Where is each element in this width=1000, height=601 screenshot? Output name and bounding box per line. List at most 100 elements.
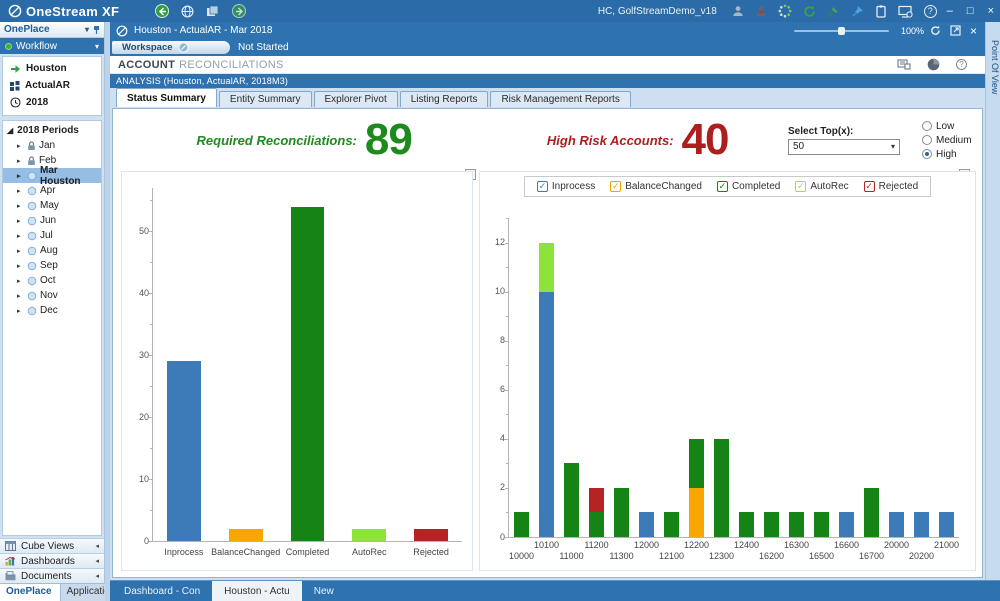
- zoom-slider[interactable]: [793, 26, 889, 35]
- section-expand-icon[interactable]: ◂: [95, 557, 99, 565]
- tree-collapsed-icon[interactable]: ▸: [17, 202, 24, 210]
- tree-collapsed-icon[interactable]: ▸: [17, 277, 24, 285]
- tree-item-jul[interactable]: ▸ Jul: [3, 228, 101, 243]
- workflow-status-dot: [5, 42, 12, 50]
- workspace-toggle-knob[interactable]: [177, 42, 189, 53]
- risk-option-low[interactable]: Low: [922, 121, 974, 132]
- page-help-icon[interactable]: ?: [956, 59, 967, 70]
- tree-collapsed-icon[interactable]: ▸: [17, 247, 24, 255]
- tree-item-nov[interactable]: ▸ Nov: [3, 288, 101, 303]
- clipboard-icon[interactable]: [875, 4, 887, 18]
- tab-risk-management-reports[interactable]: Risk Management Reports: [490, 91, 631, 107]
- workspace-settings-icon[interactable]: [898, 5, 913, 18]
- doc-refresh-icon[interactable]: [930, 25, 941, 36]
- minimize-button[interactable]: –: [947, 5, 953, 17]
- radio-high[interactable]: [922, 149, 932, 159]
- spinner-icon[interactable]: [778, 4, 792, 18]
- tree-item-mar-houston[interactable]: ▸ Mar Houston: [3, 165, 101, 187]
- tree-collapsed-icon[interactable]: ▸: [17, 262, 24, 270]
- doc-close-icon[interactable]: ×: [970, 24, 977, 38]
- tree-item-label: Jul: [40, 230, 53, 241]
- tree-item-jun[interactable]: ▸ Jun: [3, 213, 101, 228]
- section-expand-icon[interactable]: ◂: [95, 572, 99, 580]
- globe-icon[interactable]: [181, 4, 194, 18]
- tree-collapsed-icon[interactable]: ▸: [17, 292, 24, 300]
- y-tick-label: 12: [494, 237, 505, 248]
- legend-checkbox-autorec[interactable]: ✓: [795, 181, 807, 192]
- user-icon[interactable]: [732, 5, 744, 17]
- sidebar-section-cube-views[interactable]: Cube Views ◂: [0, 538, 104, 553]
- zoom-level: 100%: [900, 25, 924, 36]
- refresh-icon[interactable]: [803, 5, 816, 18]
- blue-pin-icon[interactable]: [851, 5, 864, 18]
- workspace-toggle[interactable]: Workspace: [112, 41, 230, 54]
- pin-icon[interactable]: [93, 25, 100, 35]
- y-tick-label: 30: [138, 349, 149, 360]
- select-top-dropdown[interactable]: 50 ▾: [788, 138, 900, 155]
- open-in-window-icon[interactable]: [950, 25, 961, 36]
- bottom-tab-new[interactable]: New: [302, 581, 346, 601]
- bottom-tab-houston-actu[interactable]: Houston - Actu: [212, 581, 302, 601]
- restore-button[interactable]: □: [967, 5, 974, 17]
- sidebar-section-documents[interactable]: Documents ◂: [0, 568, 104, 583]
- pane-dropdown-icon[interactable]: ▾: [85, 25, 89, 34]
- radio-label: High: [936, 148, 957, 160]
- bottom-tab-dashboard-con[interactable]: Dashboard - Con: [112, 581, 212, 601]
- tree-root-2018-periods[interactable]: ◢ 2018 Periods: [3, 123, 101, 138]
- tree-item-oct[interactable]: ▸ Oct: [3, 273, 101, 288]
- radio-medium[interactable]: [922, 135, 932, 145]
- user-admin-icon[interactable]: [755, 5, 767, 17]
- legend-checkbox-completed[interactable]: ✓: [716, 181, 728, 192]
- export-icon[interactable]: [897, 59, 911, 70]
- sidebar-section-dashboards[interactable]: Dashboards ◂: [0, 553, 104, 568]
- sidebar-shortcut-actualar[interactable]: ActualAR: [3, 77, 101, 94]
- sidebar-shortcut-2018[interactable]: 2018: [3, 94, 101, 111]
- high-risk-accounts-value: 40: [681, 115, 730, 164]
- tree-collapsed-icon[interactable]: ▸: [17, 232, 24, 240]
- workflow-selector[interactable]: Workflow ▾: [0, 38, 104, 54]
- legend-checkbox-inprocess[interactable]: ✓: [536, 181, 548, 192]
- help-icon[interactable]: ?: [923, 4, 937, 18]
- radio-low[interactable]: [922, 121, 932, 131]
- green-pin-icon[interactable]: [827, 5, 840, 18]
- tree-collapsed-icon[interactable]: ▸: [17, 172, 24, 180]
- required-reconciliations-value: 89: [364, 115, 413, 164]
- risk-option-high[interactable]: High: [922, 149, 974, 160]
- tree-collapsed-icon[interactable]: ▸: [17, 187, 24, 195]
- zoom-slider-handle[interactable]: [837, 26, 845, 35]
- high-risk-accounts-label: High Risk Accounts:: [546, 132, 674, 148]
- back-button[interactable]: [155, 4, 170, 18]
- sidebar-pane-header[interactable]: OnePlace ▾: [0, 22, 104, 38]
- tree-collapsed-icon[interactable]: ▸: [17, 142, 24, 150]
- tab-status-summary[interactable]: Status Summary: [116, 88, 217, 107]
- copy-pages-icon[interactable]: [206, 5, 220, 17]
- tree-item-dec[interactable]: ▸ Dec: [3, 303, 101, 318]
- tab-entity-summary[interactable]: Entity Summary: [218, 91, 312, 107]
- tree-item-jan[interactable]: ▸ Jan: [3, 138, 101, 153]
- tab-explorer-pivot[interactable]: Explorer Pivot: [313, 91, 398, 107]
- y-tick-mark: [505, 389, 509, 391]
- tree-collapsed-icon[interactable]: ▸: [17, 307, 24, 315]
- tree-item-sep[interactable]: ▸ Sep: [3, 258, 101, 273]
- close-button[interactable]: ×: [988, 5, 994, 17]
- select-dropdown-icon[interactable]: ▾: [891, 142, 895, 151]
- forward-button[interactable]: [232, 4, 247, 18]
- legend-checkbox-balancechanged[interactable]: ✓: [610, 181, 622, 192]
- workflow-dropdown-icon[interactable]: ▾: [95, 42, 99, 51]
- risk-option-medium[interactable]: Medium: [922, 135, 974, 146]
- tab-listing-reports[interactable]: Listing Reports: [399, 91, 489, 107]
- tree-item-aug[interactable]: ▸ Aug: [3, 243, 101, 258]
- tree-collapsed-icon[interactable]: ▸: [17, 217, 24, 225]
- tree-expanded-icon[interactable]: ◢: [7, 126, 13, 135]
- sidebar-shortcut-houston[interactable]: Houston: [3, 60, 101, 77]
- y-minor-tick: [506, 365, 509, 367]
- point-of-view-tab[interactable]: Point Of View: [985, 22, 1000, 580]
- tree-item-may[interactable]: ▸ May: [3, 198, 101, 213]
- section-expand-icon[interactable]: ◂: [95, 542, 99, 550]
- tree-collapsed-icon[interactable]: ▸: [17, 157, 24, 165]
- y-tick-label: 6: [499, 384, 505, 395]
- bar-segment-inprocess-20200: [913, 512, 930, 537]
- legend-checkbox-rejected[interactable]: ✓: [863, 181, 875, 192]
- pie-chart-icon[interactable]: [927, 58, 940, 71]
- sidebar-tab-oneplace[interactable]: OnePlace: [0, 584, 61, 601]
